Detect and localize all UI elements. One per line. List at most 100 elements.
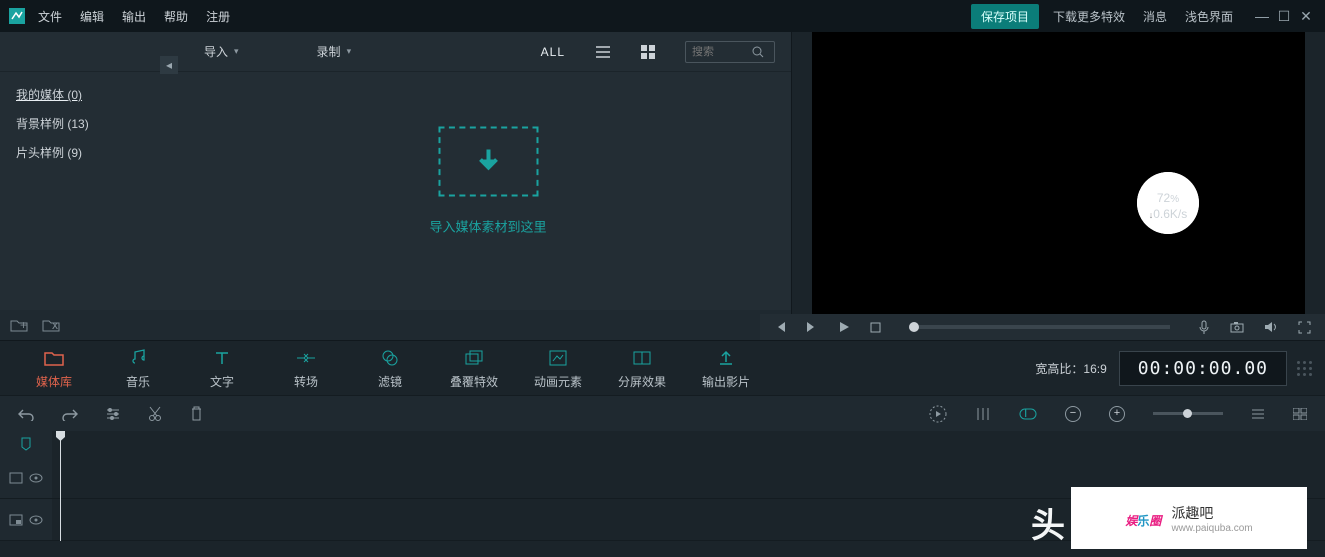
marker-icon[interactable]: I (1019, 408, 1037, 420)
music-icon (96, 347, 180, 369)
pip-track-icon[interactable] (9, 514, 23, 526)
preview-controls (760, 314, 1325, 340)
tab-transition[interactable]: 转场 (264, 347, 348, 390)
audio-mixer-icon[interactable] (975, 407, 991, 421)
fullscreen-icon[interactable] (1298, 321, 1311, 334)
category-my-media[interactable]: 我的媒体 (0) (16, 86, 169, 103)
menubar: 文件 编辑 输出 帮助 注册 保存项目 下载更多特效 消息 浅色界面 — ☐ ✕ (0, 0, 1325, 32)
preview-seek-bar[interactable] (909, 325, 1170, 329)
library-footer: + x (0, 310, 791, 340)
watermark-url: www.paiquba.com (1171, 523, 1252, 534)
preview-panel: 72% ↓0.6K/s (812, 32, 1305, 340)
folder-icon (12, 347, 96, 369)
download-arrow-icon (472, 146, 504, 178)
new-folder-icon[interactable]: + (10, 318, 28, 332)
menu-register[interactable]: 注册 (206, 8, 230, 25)
watermark-logo-icon: 娱乐圈 (1125, 505, 1161, 531)
timeline-toolbar: I − + (0, 395, 1325, 431)
chevron-down-icon: ▾ (234, 46, 239, 57)
tab-splitscreen[interactable]: 分屏效果 (600, 347, 684, 390)
volume-icon[interactable] (1264, 321, 1278, 333)
play-icon[interactable] (838, 321, 850, 333)
library-drop-area[interactable]: 导入媒体素材到这里 (185, 72, 791, 310)
tab-text[interactable]: 文字 (180, 347, 264, 390)
delete-icon[interactable] (190, 406, 203, 421)
menu-edit[interactable]: 编辑 (80, 8, 104, 25)
transition-icon (264, 347, 348, 369)
eye-icon[interactable] (29, 473, 43, 483)
partial-watermark-text: 头 (1031, 498, 1065, 547)
site-watermark: 娱乐圈 派趣吧 www.paiquba.com (1071, 487, 1307, 549)
voiceover-icon[interactable] (1198, 320, 1210, 334)
download-progress-widget: 72% ↓0.6K/s (1137, 172, 1199, 234)
tab-filter[interactable]: 滤镜 (348, 347, 432, 390)
layout-icon[interactable] (1293, 408, 1307, 420)
zoom-slider[interactable] (1153, 412, 1223, 415)
eye-icon[interactable] (29, 515, 43, 525)
theme-toggle-link[interactable]: 浅色界面 (1185, 8, 1233, 25)
zoom-in-icon[interactable]: + (1109, 406, 1125, 422)
tab-audio[interactable]: 音乐 (96, 347, 180, 390)
render-preview-icon[interactable] (929, 405, 947, 423)
timeline-lock-toggle[interactable] (0, 431, 52, 457)
search-input[interactable] (692, 46, 752, 58)
import-dropdown[interactable]: 导入 ▾ (204, 43, 239, 60)
stop-icon[interactable] (870, 322, 881, 333)
category-intros[interactable]: 片头样例 (9) (16, 144, 169, 161)
grid-view-icon[interactable] (641, 45, 655, 59)
main-split: 导入 ▾ 录制 ▾ ALL 我的媒体 (0, 32, 1325, 340)
record-dropdown[interactable]: 录制 ▾ (317, 43, 352, 60)
cut-icon[interactable] (148, 406, 162, 422)
menu-export[interactable]: 输出 (122, 8, 146, 25)
svg-text:x: x (52, 318, 58, 332)
delete-folder-icon[interactable]: x (42, 318, 60, 332)
save-project-button[interactable]: 保存项目 (971, 4, 1039, 29)
prev-frame-icon[interactable] (774, 321, 786, 333)
window-minimize-icon[interactable]: — (1251, 8, 1273, 24)
zoom-out-icon[interactable]: − (1065, 406, 1081, 422)
tab-overlay[interactable]: 叠覆特效 (432, 347, 516, 390)
chevron-down-icon: ▾ (347, 46, 352, 57)
filter-all[interactable]: ALL (541, 45, 565, 59)
search-icon (752, 46, 764, 58)
zoom-fit-icon[interactable] (1251, 408, 1265, 420)
menu-file[interactable]: 文件 (38, 8, 62, 25)
aspect-ratio-label: 宽高比：16:9 (1035, 360, 1106, 377)
progress-rate: ↓0.6K/s (1149, 207, 1188, 221)
module-tabs: 媒体库 音乐 文字 转场 滤镜 叠覆特效 动画元素 分屏效果 输出影片 宽高比：… (0, 340, 1325, 395)
text-icon (180, 347, 264, 369)
timeline-playhead[interactable] (60, 431, 61, 541)
tab-output[interactable]: 输出影片 (684, 347, 768, 390)
library-panel: 导入 ▾ 录制 ▾ ALL 我的媒体 (0, 32, 792, 340)
filter-icon (348, 347, 432, 369)
svg-text:I: I (1024, 408, 1027, 420)
search-box[interactable] (685, 41, 775, 63)
splitscreen-icon (600, 347, 684, 369)
messages-link[interactable]: 消息 (1143, 8, 1167, 25)
category-backgrounds[interactable]: 背景样例 (13) (16, 115, 169, 132)
export-icon (684, 347, 768, 369)
window-maximize-icon[interactable]: ☐ (1273, 8, 1295, 25)
adjust-icon[interactable] (106, 407, 120, 421)
marker-add-icon (20, 437, 32, 451)
tab-element[interactable]: 动画元素 (516, 347, 600, 390)
library-toolbar: 导入 ▾ 录制 ▾ ALL (0, 32, 791, 72)
tab-media[interactable]: 媒体库 (12, 347, 96, 390)
snapshot-icon[interactable] (1230, 321, 1244, 333)
list-view-icon[interactable] (595, 45, 611, 59)
timecode-display[interactable]: 00:00:00.00 (1119, 351, 1287, 386)
menu-help[interactable]: 帮助 (164, 8, 188, 25)
zoom-knob[interactable] (1183, 409, 1192, 418)
window-close-icon[interactable]: ✕ (1295, 8, 1317, 25)
track-head-video (0, 457, 52, 498)
video-track-icon[interactable] (9, 472, 23, 484)
sidebar-collapse-icon[interactable]: ◂ (160, 56, 178, 74)
panel-drag-handle-icon[interactable] (1297, 361, 1313, 376)
next-frame-icon[interactable] (806, 321, 818, 333)
redo-icon[interactable] (62, 407, 78, 421)
download-fx-link[interactable]: 下载更多特效 (1053, 8, 1125, 25)
progress-percent: 72% (1149, 186, 1188, 207)
undo-icon[interactable] (18, 407, 34, 421)
seek-knob[interactable] (909, 322, 919, 332)
library-sidebar: 我的媒体 (0) 背景样例 (13) 片头样例 (9) (0, 72, 185, 310)
